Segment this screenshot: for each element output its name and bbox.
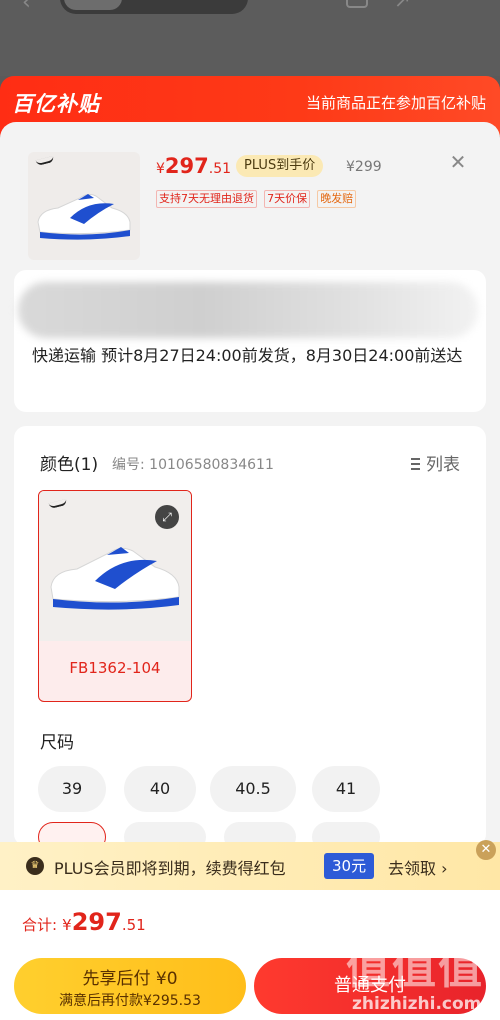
color-title: 颜色(1) xyxy=(40,455,99,475)
background-header: ‹ ↗ xyxy=(0,0,500,76)
checkout-footer: 合计: ¥297.51 先享后付 ¥0 满意后再付款¥295.53 普通支付 xyxy=(0,890,500,1020)
list-view-label: 列表 xyxy=(426,455,460,475)
list-icon xyxy=(404,457,420,471)
size-option[interactable]: 40.5 xyxy=(210,766,296,812)
size-option[interactable]: 39 xyxy=(38,766,106,812)
item-number: 编号: 10106580834611 xyxy=(112,457,274,473)
delivery-estimate: 快递运输 预计8月27日24:00前发货，8月30日24:00前送达 xyxy=(32,346,463,365)
tag-price-protect: 7天价保 xyxy=(264,190,311,208)
tag-return: 支持7天无理由退货 xyxy=(156,190,257,208)
order-total: 合计: ¥297.51 xyxy=(22,908,146,936)
plus-price-tag: PLUS到手价 xyxy=(236,155,324,177)
size-option[interactable]: 40 xyxy=(124,766,196,812)
size-title: 尺码 xyxy=(40,733,74,753)
variant-code: FB1362-104 xyxy=(69,659,161,677)
segment-active xyxy=(64,0,122,10)
tag-late-compensation: 晚发赔 xyxy=(317,190,357,208)
claim-link[interactable]: 去领取 › xyxy=(388,855,448,879)
pay-later-sublabel: 满意后再付款¥295.53 xyxy=(59,993,201,1009)
product-thumbnail xyxy=(28,152,140,260)
spec-card: 颜色(1) 编号: 10106580834611 列表 ⤢ FB1362-104… xyxy=(14,426,486,852)
service-tags: 支持7天无理由退货 7天价保 晚发赔 xyxy=(156,187,358,208)
segment-control xyxy=(60,0,248,14)
blurred-address xyxy=(18,282,478,338)
color-variant[interactable]: ⤢ FB1362-104 xyxy=(38,490,192,702)
address-card[interactable]: 快递运输 预计8月27日24:00前发货，8月30日24:00前送达 xyxy=(14,270,486,412)
banner-logo: 百亿补贴 xyxy=(12,92,100,116)
banner-note: 当前商品正在参加百亿补贴 xyxy=(305,94,486,112)
plus-message: PLUS会员即将到期，续费得红包 xyxy=(54,859,286,878)
close-icon[interactable]: ✕ xyxy=(446,150,470,174)
expand-icon[interactable]: ⤢ xyxy=(155,505,179,529)
pay-later-button[interactable]: 先享后付 ¥0 满意后再付款¥295.53 xyxy=(14,958,246,1014)
normal-pay-button[interactable]: 普通支付 xyxy=(254,958,486,1014)
close-plus-bar-icon[interactable]: ✕ xyxy=(476,840,496,860)
variant-image: ⤢ xyxy=(39,491,191,641)
list-view-button[interactable]: 列表 xyxy=(404,450,460,475)
pay-later-label: 先享后付 ¥0 xyxy=(82,969,178,989)
plus-crown-icon: ♛ xyxy=(26,857,44,875)
sneaker-image xyxy=(37,193,131,240)
size-option[interactable]: 41 xyxy=(312,766,380,812)
back-arrow-icon: ‹ xyxy=(22,0,31,15)
share-icon: ↗ xyxy=(394,0,411,12)
product-price: ¥297.51 xyxy=(156,154,232,178)
coupon-badge: 30元 xyxy=(324,853,375,879)
cart-icon xyxy=(346,0,368,8)
original-price: ¥299 xyxy=(346,159,382,175)
plus-renewal-bar[interactable]: ♛ PLUS会员即将到期，续费得红包 30元 去领取 › ✕ xyxy=(0,840,500,890)
